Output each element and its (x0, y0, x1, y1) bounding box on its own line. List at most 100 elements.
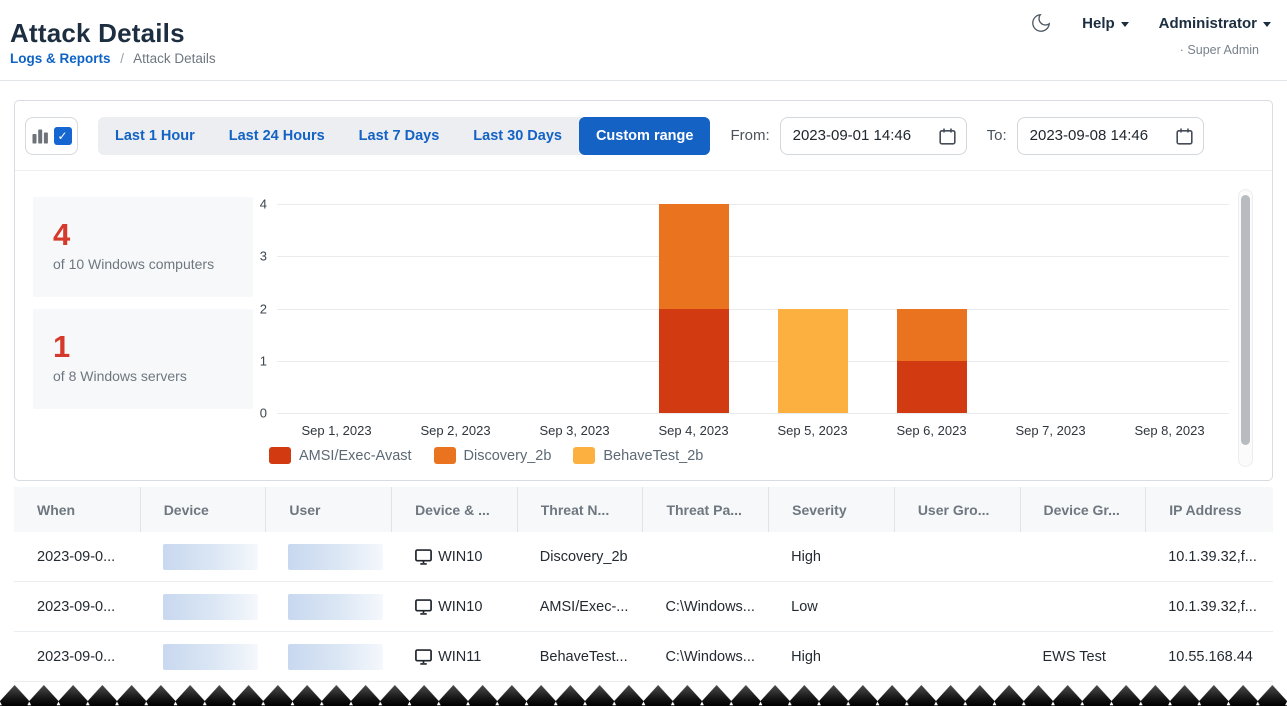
col-user[interactable]: User (265, 487, 391, 532)
device-type-label: WIN10 (438, 599, 482, 615)
stat-servers-label: of 8 Windows servers (53, 368, 253, 384)
cell-ip-address: 10.1.39.32,f... (1145, 599, 1271, 615)
range-last-30-days[interactable]: Last 30 Days (456, 117, 579, 155)
torn-edge-decoration (0, 680, 1287, 706)
chart-legend: AMSI/Exec-Avast Discovery_2b BehaveTest_… (269, 447, 703, 464)
chart-gridline (277, 256, 1229, 257)
to-date-input[interactable] (1017, 117, 1204, 155)
redacted-user-value (288, 594, 383, 620)
bar-chart: 01234Sep 1, 2023Sep 2, 2023Sep 3, 2023Se… (277, 204, 1229, 413)
app-header: Attack Details Logs & Reports / Attack D… (0, 0, 1287, 81)
col-ip-address[interactable]: IP Address (1145, 487, 1271, 532)
breadcrumb: Logs & Reports / Attack Details (10, 51, 216, 66)
cell-when: 2023-09-0... (14, 599, 140, 615)
col-device-group[interactable]: Device Gr... (1020, 487, 1146, 532)
legend-item[interactable]: BehaveTest_2b (573, 447, 703, 464)
stat-computers-label: of 10 Windows computers (53, 256, 253, 272)
legend-swatch (573, 447, 595, 464)
bar-segment[interactable] (659, 309, 729, 414)
range-last-7-days[interactable]: Last 7 Days (342, 117, 457, 155)
redacted-device-value (163, 594, 258, 620)
chart-gridline (277, 413, 1229, 414)
cell-device (140, 544, 266, 570)
cell-severity: High (768, 549, 894, 565)
chart-scrollbar[interactable] (1238, 189, 1253, 467)
col-when[interactable]: When (14, 487, 140, 532)
redacted-device-value (163, 544, 258, 570)
moon-icon[interactable] (1030, 12, 1052, 34)
cell-threat-path: C:\Windows... (642, 649, 768, 665)
range-custom[interactable]: Custom range (579, 117, 711, 155)
cell-severity: High (768, 649, 894, 665)
device-type-label: WIN11 (438, 649, 481, 665)
legend-item[interactable]: Discovery_2b (434, 447, 552, 464)
user-role: · Super Admin (1180, 43, 1259, 57)
x-axis-tick: Sep 6, 2023 (896, 423, 966, 438)
monitor-icon (414, 548, 433, 566)
bar-segment[interactable] (897, 309, 967, 361)
range-last-1-hour[interactable]: Last 1 Hour (98, 117, 212, 155)
cell-device-type: WIN10 (391, 598, 517, 616)
help-label: Help (1082, 15, 1115, 32)
legend-label: BehaveTest_2b (603, 448, 703, 464)
breadcrumb-parent-link[interactable]: Logs & Reports (10, 51, 111, 66)
cell-device (140, 644, 266, 670)
checkbox-checked-icon[interactable]: ✓ (54, 127, 72, 145)
y-axis-tick: 0 (243, 406, 267, 421)
col-threat-name[interactable]: Threat N... (517, 487, 643, 532)
x-axis-tick: Sep 7, 2023 (1015, 423, 1085, 438)
bar-segment[interactable] (659, 204, 729, 309)
stat-servers-card: 1 of 8 Windows servers (33, 309, 253, 409)
cell-threat-name: AMSI/Exec-... (517, 599, 643, 615)
cell-severity: Low (768, 599, 894, 615)
chart-gridline (277, 204, 1229, 205)
x-axis-tick: Sep 8, 2023 (1134, 423, 1204, 438)
y-axis-tick: 1 (243, 353, 267, 368)
cell-when: 2023-09-0... (14, 649, 140, 665)
table-row[interactable]: 2023-09-0... WIN11 BehaveTest... C:\Wind… (14, 632, 1273, 682)
col-device[interactable]: Device (140, 487, 266, 532)
chevron-down-icon (1263, 22, 1271, 27)
col-threat-path[interactable]: Threat Pa... (642, 487, 768, 532)
from-date-field: From: (730, 117, 966, 155)
table-row[interactable]: 2023-09-0... WIN10 Discovery_2b High 10.… (14, 532, 1273, 582)
chart-gridline (277, 309, 1229, 310)
user-menu[interactable]: Administrator (1159, 15, 1271, 32)
cell-device (140, 594, 266, 620)
legend-item[interactable]: AMSI/Exec-Avast (269, 447, 412, 464)
range-last-24-hours[interactable]: Last 24 Hours (212, 117, 342, 155)
time-range-group: Last 1 Hour Last 24 Hours Last 7 Days La… (98, 117, 710, 155)
scrollbar-thumb[interactable] (1241, 195, 1250, 445)
x-axis-tick: Sep 4, 2023 (658, 423, 728, 438)
cell-threat-name: Discovery_2b (517, 549, 643, 565)
chart-type-toggle-button[interactable]: ✓ (25, 117, 78, 155)
col-device-type[interactable]: Device & ... (391, 487, 517, 532)
monitor-icon (414, 598, 433, 616)
to-label: To: (987, 127, 1007, 144)
bar-segment[interactable] (778, 309, 848, 414)
attack-details-panel: ✓ Last 1 Hour Last 24 Hours Last 7 Days … (14, 100, 1273, 481)
table-row[interactable]: 2023-09-0... WIN10 AMSI/Exec-... C:\Wind… (14, 582, 1273, 632)
page-title: Attack Details (10, 18, 185, 49)
legend-swatch (269, 447, 291, 464)
help-menu[interactable]: Help (1082, 15, 1129, 32)
y-axis-tick: 3 (243, 249, 267, 264)
y-axis-tick: 4 (243, 197, 267, 212)
col-user-group[interactable]: User Gro... (894, 487, 1020, 532)
chart-gridline (277, 361, 1229, 362)
cell-user (265, 544, 391, 570)
cell-user (265, 594, 391, 620)
col-severity[interactable]: Severity (768, 487, 894, 532)
stat-servers-value: 1 (53, 331, 253, 364)
x-axis-tick: Sep 2, 2023 (420, 423, 490, 438)
from-date-input[interactable] (780, 117, 967, 155)
chevron-down-icon (1121, 22, 1129, 27)
cell-ip-address: 10.55.168.44 (1145, 649, 1271, 665)
bar-segment[interactable] (897, 361, 967, 413)
cell-user (265, 644, 391, 670)
cell-device-type: WIN10 (391, 548, 517, 566)
x-axis-tick: Sep 3, 2023 (539, 423, 609, 438)
user-label: Administrator (1159, 15, 1257, 32)
chart-section: 4 of 10 Windows computers 1 of 8 Windows… (15, 171, 1272, 481)
stat-computers-card: 4 of 10 Windows computers (33, 197, 253, 297)
